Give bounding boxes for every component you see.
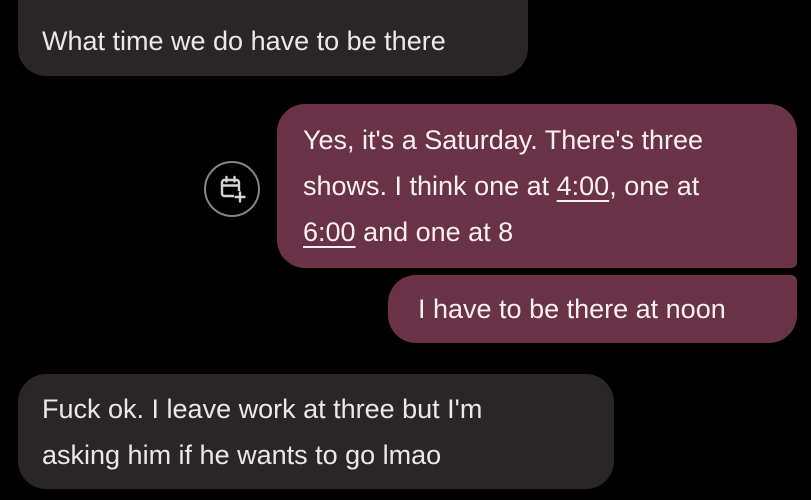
time-link[interactable]: 4:00 [557, 171, 610, 201]
message-bubble-incoming[interactable]: What time we do have to be there [18, 0, 528, 76]
message-text: What time we do have to be there [42, 26, 446, 56]
message-bubble-outgoing[interactable]: Yes, it's a Saturday. There's three show… [277, 104, 797, 268]
message-text: and one at 8 [355, 217, 514, 247]
calendar-add-icon [220, 175, 246, 203]
message-text: Fuck ok. I leave work at three but I'm [42, 394, 483, 424]
message-text-line: shows. I think one at 4:00, one at [303, 163, 773, 209]
add-to-calendar-button[interactable] [204, 161, 260, 217]
message-text: asking him if he wants to go lmao [42, 440, 442, 470]
message-bubble-outgoing[interactable]: I have to be there at noon [388, 275, 797, 343]
message-bubble-incoming[interactable]: Fuck ok. I leave work at three but I'm a… [18, 374, 614, 489]
message-text-line: 6:00 and one at 8 [303, 209, 773, 255]
message-text: , one at [609, 171, 700, 201]
message-text: I have to be there at noon [418, 294, 726, 324]
time-link[interactable]: 6:00 [303, 217, 356, 247]
message-text: Yes, it's a Saturday. There's three [303, 125, 704, 155]
message-text: shows. I think one at [303, 171, 557, 201]
